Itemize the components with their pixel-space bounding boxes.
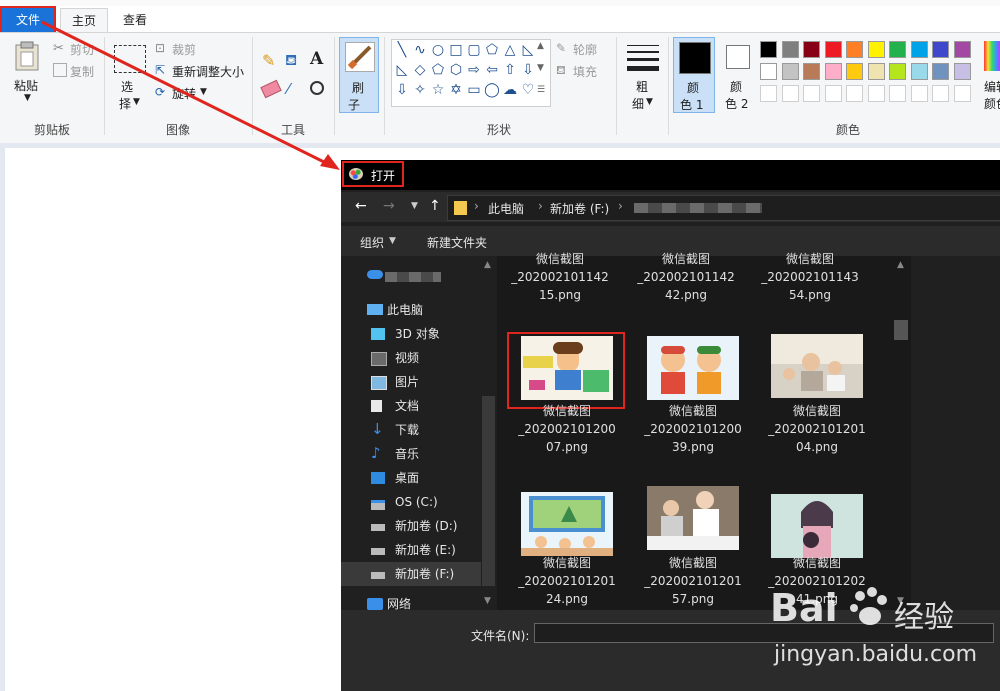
watermark-brand: Bai (770, 586, 838, 630)
watermark-url: jingyan.baidu.com (774, 642, 978, 667)
watermark-brand2: 经验 (894, 600, 954, 635)
paw-icon (850, 586, 890, 628)
watermark: Bai 经验 jingyan.baidu.com (770, 586, 995, 676)
